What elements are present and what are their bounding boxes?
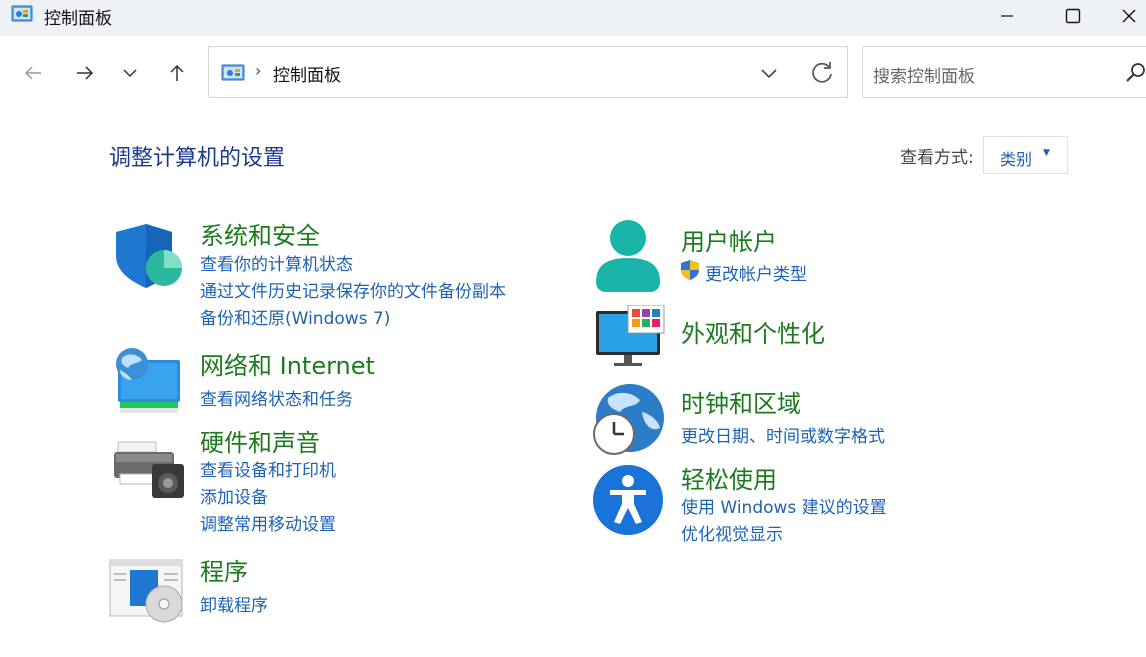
- link-change-date-time-format[interactable]: 更改日期、时间或数字格式: [681, 422, 885, 447]
- chevron-down-icon: [123, 69, 137, 78]
- link-network-status-tasks[interactable]: 查看网络状态和任务: [200, 385, 353, 410]
- link-mobility-settings[interactable]: 调整常用移动设置: [200, 510, 336, 535]
- link-uninstall-program[interactable]: 卸载程序: [200, 591, 268, 616]
- recent-locations-button[interactable]: [113, 56, 147, 90]
- view-by-value: 类别: [1000, 150, 1033, 169]
- category-ease-of-access-title[interactable]: 轻松使用: [681, 460, 777, 495]
- refresh-icon[interactable]: [809, 60, 835, 86]
- link-devices-printers[interactable]: 查看设备和打印机: [200, 456, 336, 481]
- title-bar: 控制面板: [0, 0, 1146, 36]
- chevron-down-icon[interactable]: [757, 61, 781, 85]
- search-placeholder[interactable]: 搜索控制面板: [873, 62, 975, 87]
- category-programs-title[interactable]: 程序: [200, 552, 248, 587]
- view-by-label: 查看方式:: [900, 148, 974, 168]
- category-hardware-title[interactable]: 硬件和声音: [200, 423, 320, 458]
- arrow-left-icon: [24, 66, 41, 80]
- control-panel-icon: [221, 64, 245, 81]
- minimize-icon: [1001, 15, 1013, 17]
- appearance-personalization-icon[interactable]: [594, 305, 666, 369]
- close-icon: [1122, 9, 1136, 23]
- link-windows-recommended-settings[interactable]: 使用 Windows 建议的设置: [681, 493, 887, 518]
- clock-region-icon[interactable]: [588, 382, 668, 458]
- arrow-up-icon: [170, 64, 184, 81]
- page-title: 调整计算机的设置: [109, 146, 286, 171]
- link-optimize-visual-display[interactable]: 优化视觉显示: [681, 520, 783, 545]
- category-appearance-title[interactable]: 外观和个性化: [681, 314, 825, 349]
- category-network-title[interactable]: 网络和 Internet: [200, 346, 375, 381]
- printer-speaker-icon[interactable]: [112, 438, 186, 500]
- network-globe-monitor-icon[interactable]: [112, 346, 184, 416]
- address-bar[interactable]: › 控制面板: [208, 46, 848, 98]
- shield-icon[interactable]: [112, 222, 184, 290]
- link-view-computer-status[interactable]: 查看你的计算机状态: [200, 250, 353, 275]
- accessibility-icon[interactable]: [592, 464, 666, 538]
- control-panel-icon: [11, 5, 33, 22]
- search-icon[interactable]: [1125, 62, 1146, 84]
- up-button[interactable]: [160, 56, 194, 90]
- window-title: 控制面板: [44, 9, 112, 29]
- link-backup-restore-win7[interactable]: 备份和还原(Windows 7): [200, 304, 390, 329]
- arrow-right-icon: [77, 66, 94, 80]
- maximize-button[interactable]: [1050, 0, 1096, 32]
- search-box[interactable]: 搜索控制面板: [862, 46, 1146, 98]
- back-button[interactable]: [16, 56, 50, 90]
- uac-shield-icon: [681, 260, 699, 280]
- breadcrumb-control-panel[interactable]: 控制面板: [273, 61, 341, 86]
- close-button[interactable]: [1112, 0, 1146, 32]
- user-accounts-icon[interactable]: [594, 218, 662, 294]
- programs-icon[interactable]: [108, 558, 186, 626]
- caret-down-icon: ▼: [1043, 148, 1050, 158]
- view-by-dropdown[interactable]: 类别 ▼: [983, 136, 1068, 174]
- category-clock-region-title[interactable]: 时钟和区域: [681, 384, 801, 419]
- link-file-history-backup[interactable]: 通过文件历史记录保存你的文件备份副本: [200, 277, 506, 302]
- minimize-button[interactable]: [984, 0, 1030, 32]
- category-user-accounts-title[interactable]: 用户帐户: [681, 222, 777, 257]
- category-system-security-title[interactable]: 系统和安全: [200, 216, 320, 251]
- maximize-icon: [1065, 8, 1081, 24]
- link-add-device[interactable]: 添加设备: [200, 483, 268, 508]
- forward-button[interactable]: [68, 56, 102, 90]
- breadcrumb-separator: ›: [255, 61, 262, 80]
- link-change-account-type[interactable]: 更改帐户类型: [705, 260, 807, 285]
